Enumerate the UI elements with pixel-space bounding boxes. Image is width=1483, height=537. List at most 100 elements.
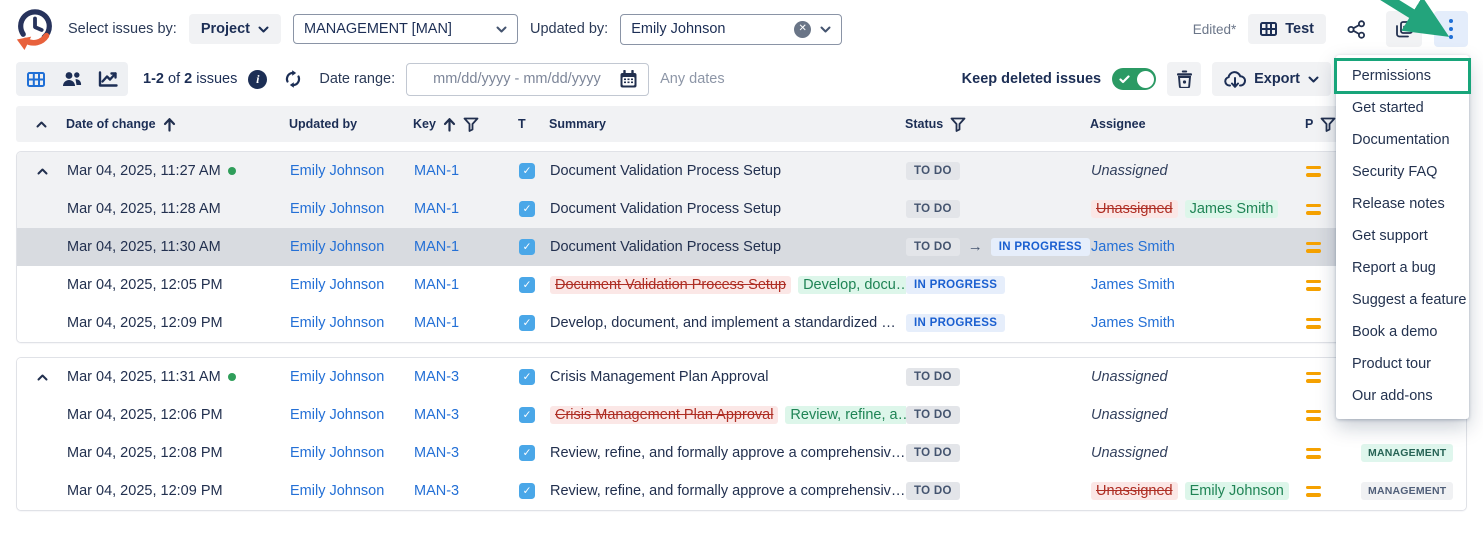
calendar-icon[interactable] <box>619 70 638 89</box>
share-button[interactable] <box>1338 11 1374 47</box>
filter-funnel-icon[interactable] <box>1320 117 1336 132</box>
menu-item-report-a-bug[interactable]: Report a bug <box>1336 252 1469 284</box>
summary-old-value: Document Validation Process Setup <box>550 276 791 294</box>
date-text: Mar 04, 2025, 12:05 PM <box>67 277 223 293</box>
refresh-button[interactable] <box>278 61 308 97</box>
summary-cell: Crisis Management Plan ApprovalReview, r… <box>550 406 906 424</box>
column-header-key[interactable]: Key <box>413 117 518 132</box>
updated-by-select[interactable]: Emily Johnson ✕ <box>620 14 842 45</box>
menu-item-documentation[interactable]: Documentation <box>1336 124 1469 156</box>
column-header-updated-by[interactable]: Updated by <box>289 117 413 131</box>
updated-by-link[interactable]: Emily Johnson <box>290 445 384 461</box>
date-text: Mar 04, 2025, 12:06 PM <box>67 407 223 423</box>
summary-text: Review, refine, and formally approve a c… <box>550 483 905 499</box>
issue-key-link[interactable]: MAN-3 <box>414 483 459 499</box>
issue-key-cell: MAN-3 <box>414 407 519 423</box>
menu-item-book-a-demo[interactable]: Book a demo <box>1336 316 1469 348</box>
history-row[interactable]: Mar 04, 2025, 11:30 AMEmily Johnson MAN-1… <box>17 228 1466 266</box>
menu-item-release-notes[interactable]: Release notes <box>1336 188 1469 220</box>
issue-key-link[interactable]: MAN-1 <box>414 315 459 331</box>
menu-item-our-add-ons[interactable]: Our add-ons <box>1336 380 1469 412</box>
issue-key-link[interactable]: MAN-3 <box>414 445 459 461</box>
issue-key-link[interactable]: MAN-1 <box>414 163 459 179</box>
collapse-group-button[interactable] <box>17 168 67 175</box>
issue-key-link[interactable]: MAN-1 <box>414 239 459 255</box>
issue-key-link[interactable]: MAN-3 <box>414 407 459 423</box>
date-of-change-cell: Mar 04, 2025, 11:30 AM <box>67 239 290 255</box>
issue-key-link[interactable]: MAN-1 <box>414 201 459 217</box>
date-text: Mar 04, 2025, 11:31 AM <box>67 369 221 385</box>
sort-arrow-up-icon[interactable] <box>443 117 456 132</box>
filter-funnel-icon[interactable] <box>950 117 966 132</box>
chart-view-tab[interactable] <box>92 65 124 93</box>
filter-funnel-icon[interactable] <box>463 117 479 132</box>
issue-key-cell: MAN-1 <box>414 277 519 293</box>
assignee-cell: James Smith <box>1091 239 1306 255</box>
grid-view-icon <box>27 72 45 87</box>
updated-by-link[interactable]: Emily Johnson <box>290 163 384 179</box>
line-chart-icon <box>98 71 118 87</box>
menu-item-get-support[interactable]: Get support <box>1336 220 1469 252</box>
priority-medium-icon <box>1306 410 1321 421</box>
table-view-tab[interactable] <box>20 65 52 93</box>
menu-item-get-started[interactable]: Get started <box>1336 92 1469 124</box>
priority-medium-icon <box>1306 242 1321 253</box>
date-range-input[interactable]: mm/dd/yyyy - mm/dd/yyyy <box>406 63 649 96</box>
updated-by-link[interactable]: Emily Johnson <box>290 315 384 331</box>
priority-medium-icon <box>1306 318 1321 329</box>
column-header-summary[interactable]: Summary <box>549 117 905 131</box>
date-text: Mar 04, 2025, 11:27 AM <box>67 163 221 179</box>
history-row[interactable]: Mar 04, 2025, 12:08 PMEmily JohnsonMAN-3… <box>17 434 1466 472</box>
status-cell: IN PROGRESS <box>906 276 1091 295</box>
info-icon[interactable]: i <box>248 70 267 89</box>
history-row[interactable]: Mar 04, 2025, 12:06 PM Emily Johnson MAN-3… <box>17 396 1466 434</box>
menu-item-security-faq[interactable]: Security FAQ <box>1336 156 1469 188</box>
updated-by-cell: Emily Johnson <box>290 163 414 179</box>
updated-by-link[interactable]: Emily Johnson <box>290 407 384 423</box>
updated-by-link[interactable]: Emily Johnson <box>290 201 384 217</box>
copy-view-button[interactable] <box>1386 11 1422 47</box>
history-row[interactable]: Mar 04, 2025, 12:09 PMEmily JohnsonMAN-3… <box>17 472 1466 510</box>
column-header-date[interactable]: Date of change <box>66 117 289 132</box>
assignee-link[interactable]: James Smith <box>1091 239 1175 255</box>
history-row[interactable]: Mar 04, 2025, 12:09 PMEmily JohnsonMAN-1… <box>17 304 1466 342</box>
updated-by-link[interactable]: Emily Johnson <box>290 239 384 255</box>
history-row[interactable]: Mar 04, 2025, 12:05 PM Emily Johnson MAN-1… <box>17 266 1466 304</box>
updated-by-link[interactable]: Emily Johnson <box>290 369 384 385</box>
menu-item-permissions[interactable]: Permissions <box>1336 60 1469 92</box>
column-header-type[interactable]: T <box>518 117 549 131</box>
clear-filter-icon[interactable]: ✕ <box>794 21 811 38</box>
issue-type-cell: ✓ <box>519 163 550 179</box>
collapse-all-header[interactable] <box>16 121 66 128</box>
delete-button[interactable] <box>1167 62 1201 96</box>
project-select[interactable]: MANAGEMENT [MAN] <box>293 14 518 44</box>
collapse-group-button[interactable] <box>17 374 67 381</box>
assignee-link[interactable]: James Smith <box>1091 315 1175 331</box>
people-view-tab[interactable] <box>56 65 88 93</box>
menu-item-product-tour[interactable]: Product tour <box>1336 348 1469 380</box>
issue-key-link[interactable]: MAN-1 <box>414 277 459 293</box>
updated-by-link[interactable]: Emily Johnson <box>290 483 384 499</box>
issue-key-cell: MAN-1 <box>414 201 519 217</box>
history-row[interactable]: Mar 04, 2025, 11:27 AM Emily Johnson MAN-1… <box>17 152 1466 190</box>
saved-view-button[interactable]: Test <box>1248 14 1326 44</box>
issue-type-cell: ✓ <box>519 239 550 255</box>
priority-medium-icon <box>1306 166 1321 177</box>
keep-deleted-toggle[interactable] <box>1112 68 1156 90</box>
select-mode-dropdown[interactable]: Project <box>189 14 281 44</box>
assignee-link[interactable]: James Smith <box>1091 277 1175 293</box>
more-actions-kebab-button[interactable] <box>1434 11 1468 47</box>
status-cell: TO DO <box>906 482 1091 501</box>
menu-item-suggest-a-feature[interactable]: Suggest a feature <box>1336 284 1469 316</box>
export-button[interactable]: Export <box>1212 62 1331 96</box>
column-header-assignee[interactable]: Assignee <box>1090 117 1305 131</box>
issue-key-link[interactable]: MAN-3 <box>414 369 459 385</box>
issue-type-cell: ✓ <box>519 315 550 331</box>
updated-by-link[interactable]: Emily Johnson <box>290 277 384 293</box>
history-row[interactable]: Mar 04, 2025, 11:31 AM Emily Johnson MAN-3… <box>17 358 1466 396</box>
assignee-old-value: Unassigned <box>1091 482 1178 500</box>
history-row[interactable]: Mar 04, 2025, 11:28 AMEmily JohnsonMAN-1… <box>17 190 1466 228</box>
assignee-cell: James Smith <box>1091 277 1306 293</box>
sort-arrow-up-icon[interactable] <box>163 117 176 132</box>
column-header-status[interactable]: Status <box>905 117 1090 132</box>
